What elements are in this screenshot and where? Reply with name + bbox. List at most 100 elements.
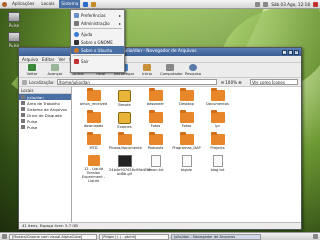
file-item[interactable]: bassweer <box>140 88 171 107</box>
file-item[interactable]: lyc <box>202 110 233 129</box>
zoom-control: ⊖ 100% ⊕ <box>221 80 242 85</box>
file-item[interactable]: Programas_DAP <box>171 132 202 150</box>
system-menu: Preferências ▸ Administração ▸ Ajuda Sob… <box>70 9 125 73</box>
folder-icon <box>179 88 194 101</box>
file-item[interactable]: Picasa/documente <box>109 132 142 150</box>
menu-edit[interactable]: Editar <box>42 57 54 62</box>
file-item[interactable]: Podcasts <box>140 132 171 150</box>
folder-icon <box>86 88 101 101</box>
minimize-icon[interactable]: _ <box>282 49 287 55</box>
location-input[interactable]: /home/julio/dan <box>56 79 217 85</box>
file-label: blog.txt <box>210 168 225 172</box>
empty-cell <box>233 134 264 150</box>
sidebar-item-pulse[interactable]: Pulse <box>19 124 71 130</box>
text-file-icon <box>181 155 192 167</box>
folder-icon <box>210 88 225 101</box>
menu-item-quit[interactable]: Sair <box>71 57 124 65</box>
home-button[interactable]: Início <box>137 64 157 76</box>
trash-icon[interactable] <box>313 234 318 239</box>
maximize-icon[interactable]: □ <box>288 49 293 55</box>
submenu-arrow-icon: ▸ <box>118 20 121 26</box>
zoom-out-icon[interactable]: ⊖ <box>221 80 225 85</box>
taskbar-item[interactable]: [Pidgin] (-) - gtchit] <box>99 233 169 240</box>
folder-icon <box>117 132 132 145</box>
file-item[interactable]: 24b4e907616c98e4f55 bd8b.gif <box>109 155 151 183</box>
menu-view[interactable]: Ver <box>58 57 65 62</box>
forward-arrow-icon <box>51 64 59 71</box>
menu-applications[interactable]: Aplicações <box>10 0 36 8</box>
menu-places[interactable]: Locais <box>39 0 56 8</box>
toolbar: Voltar Avançar Acima Parar Recarregar In… <box>19 63 301 78</box>
menu-item-help[interactable]: Ajuda <box>71 30 124 38</box>
window-titlebar[interactable]: julio/dan - Navegador de Arquivos _ □ × <box>19 48 301 56</box>
file-item[interactable]: amon.txt <box>140 155 171 183</box>
zoom-in-icon[interactable]: ⊕ <box>238 80 242 85</box>
desktop-icon-pulse[interactable]: Pulse <box>4 12 24 28</box>
locked-folder-icon <box>118 112 131 124</box>
home-icon <box>143 64 151 71</box>
folder-icon <box>210 110 225 123</box>
empty-cell <box>264 112 295 129</box>
file-item[interactable]: Bmsde <box>109 90 140 107</box>
file-item[interactable]: amon_received <box>78 88 109 107</box>
show-desktop-icon[interactable] <box>2 234 7 239</box>
menu-item-about-ubuntu[interactable]: Sobre o Ubuntu <box>71 46 124 54</box>
sidebar-item-filesystem[interactable]: Sistema de Arquivos <box>19 106 71 112</box>
file-item[interactable]: downloads <box>78 110 109 129</box>
mail-launcher-icon[interactable] <box>91 1 97 7</box>
bottom-panel: [Mostra/Gnome com visual AlphaCube] [Pid… <box>0 232 320 240</box>
submenu-arrow-icon: ▸ <box>118 12 121 18</box>
file-item[interactable]: Fotos <box>171 110 202 129</box>
empty-cell <box>233 90 264 107</box>
file-item[interactable]: bigble <box>171 155 202 183</box>
back-button[interactable]: Voltar <box>22 64 42 76</box>
menu-item-about-gnome[interactable]: Sobre o GNOME <box>71 38 124 46</box>
forward-button[interactable]: Avançar <box>45 64 65 76</box>
file-item[interactable]: Documentos <box>202 88 233 107</box>
folder-icon <box>148 88 163 101</box>
folder-icon <box>86 110 101 123</box>
clock[interactable]: Sáb 03 Ago, 12:18 <box>271 2 310 7</box>
search-button[interactable]: Pesquisa <box>183 64 203 76</box>
file-item[interactable]: Desktop <box>171 88 202 107</box>
file-item[interactable]: 12 - Liquid Tension Experiment - Liquid <box>78 155 109 183</box>
window-menubar: Arquivo Editar Ver Ir Favoritos Ajuda <box>19 56 301 63</box>
file-item[interactable]: blog.txt <box>202 155 233 183</box>
file-item[interactable]: Exames <box>109 112 140 129</box>
close-icon[interactable]: × <box>294 49 299 55</box>
file-item[interactable]: Fotos <box>140 110 171 129</box>
volume-icon[interactable] <box>263 1 269 7</box>
file-view[interactable]: amon_received Bmsde bassweer Desktop Documen… <box>72 87 301 222</box>
file-label: bassweer <box>146 102 165 106</box>
folder-icon <box>179 110 194 123</box>
menu-item-preferences[interactable]: Preferências ▸ <box>71 11 124 19</box>
browser-launcher-icon[interactable] <box>83 1 89 7</box>
toggle-location-icon[interactable] <box>22 79 27 85</box>
taskbar-item[interactable]: [Mostra/Gnome com visual AlphaCube] <box>9 233 97 240</box>
ubuntu-logo-icon <box>2 1 7 7</box>
desktop-icon-pulse[interactable]: Pulse <box>4 32 24 48</box>
menu-item-administration[interactable]: Administração ▸ <box>71 19 124 27</box>
status-bar: 41 itens, Espaço livre: 5.7 GB <box>19 222 301 229</box>
file-label: Desktop <box>179 102 194 106</box>
file-label: Fotos <box>181 124 192 128</box>
computer-button[interactable]: Computador <box>160 64 183 76</box>
folder-icon <box>179 132 194 145</box>
drive-icon <box>21 119 25 123</box>
menu-file[interactable]: Arquivo <box>22 57 38 62</box>
view-mode-select[interactable]: Ver como Ícones <box>250 79 298 85</box>
locked-folder-icon <box>118 90 131 102</box>
sidebar-header[interactable]: Locais <box>19 87 71 94</box>
menu-system[interactable]: Sistema <box>59 0 81 8</box>
places-sidebar: Locais julio/dan Área de Trabalho Sistem… <box>19 87 72 222</box>
empty-cell <box>264 134 295 150</box>
quit-icon <box>74 58 79 64</box>
power-icon[interactable] <box>313 1 318 7</box>
folder-icon <box>86 132 101 145</box>
network-icon[interactable] <box>255 1 261 7</box>
file-item[interactable]: Projects <box>202 132 233 150</box>
file-item[interactable]: MTD <box>78 132 109 150</box>
taskbar-item[interactable]: julio/dan - Navegador de Arquivos <box>171 233 261 240</box>
file-label: amon.txt <box>147 168 164 172</box>
file-label: Picasa/documente <box>109 146 142 150</box>
